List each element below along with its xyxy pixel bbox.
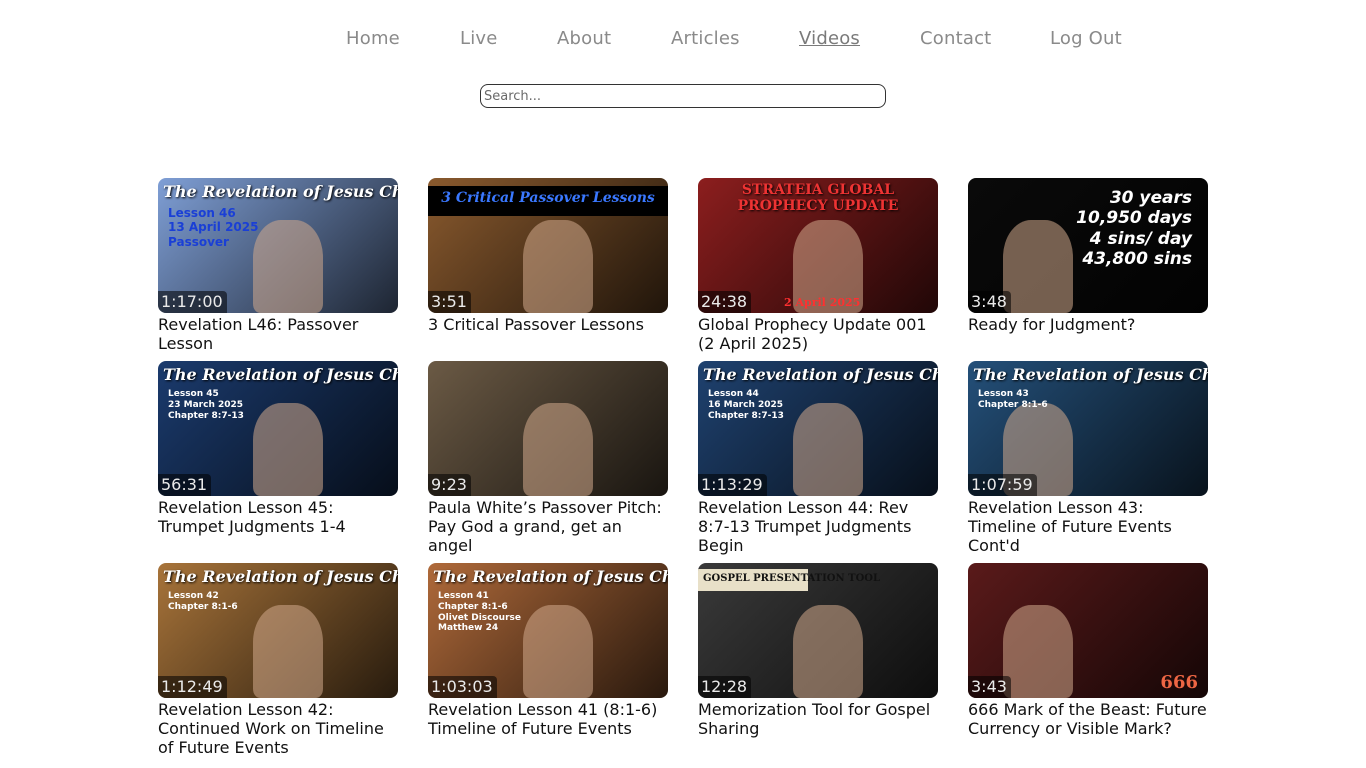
search-input[interactable]	[480, 84, 886, 108]
video-thumbnail[interactable]: STRATEIA GLOBAL PROPHECY UPDATE 2 April 2…	[698, 178, 938, 313]
video-card[interactable]: STRATEIA GLOBAL PROPHECY UPDATE 2 April 2…	[698, 178, 938, 353]
video-card[interactable]: The Revelation of Jesus Christ Lesson 43 …	[968, 361, 1208, 555]
presenter-figure	[523, 220, 593, 313]
nav-logout[interactable]: Log Out	[1050, 28, 1122, 49]
thumbnail-text: 2 April 2025	[784, 295, 861, 309]
video-card[interactable]: The Revelation of Jesus Christ Lesson 45 …	[158, 361, 398, 536]
video-duration: 1:07:59	[968, 474, 1037, 496]
nav-articles[interactable]: Articles	[671, 28, 740, 49]
video-card[interactable]: GOSPEL PRESENTATION TOOL 12:28 Memorizatio…	[698, 563, 938, 738]
video-title[interactable]: Revelation Lesson 42: Continued Work on …	[158, 700, 398, 757]
video-duration: 1:03:03	[428, 676, 497, 698]
video-title[interactable]: Paula White’s Passover Pitch: Pay God a …	[428, 498, 668, 555]
thumbnail-text: 30 years 10,950 days 4 sins/ day 43,800 …	[1076, 188, 1192, 270]
thumbnail-title: The Revelation of Jesus Christ	[163, 182, 398, 201]
video-title[interactable]: Global Prophecy Update 001 (2 April 2025…	[698, 315, 938, 353]
video-card[interactable]: 3 Critical Passover Lessons 3:51 3 Critica…	[428, 178, 668, 334]
video-thumbnail[interactable]: 9:23	[428, 361, 668, 496]
thumbnail-text: Lesson 42 Chapter 8:1-6	[168, 591, 238, 612]
nav-live[interactable]: Live	[460, 28, 498, 49]
nav-contact[interactable]: Contact	[920, 28, 991, 49]
nav-videos[interactable]: Videos	[799, 28, 860, 49]
presenter-figure	[793, 605, 863, 698]
video-thumbnail[interactable]: The Revelation of Jesus Christ Lesson 45 …	[158, 361, 398, 496]
thumbnail-title: The Revelation of Jesus Christ	[703, 365, 938, 384]
video-thumbnail[interactable]: The Revelation of Jesus Christ Lesson 44 …	[698, 361, 938, 496]
video-card[interactable]: 30 years 10,950 days 4 sins/ day 43,800 …	[968, 178, 1208, 334]
presenter-figure	[253, 605, 323, 698]
video-duration: 3:51	[428, 291, 471, 313]
video-card[interactable]: The Revelation of Jesus Christ Lesson 44 …	[698, 361, 938, 555]
video-duration: 1:17:00	[158, 291, 227, 313]
video-duration: 1:13:29	[698, 474, 767, 496]
nav-about[interactable]: About	[557, 28, 611, 49]
video-duration: 24:38	[698, 291, 752, 313]
video-duration: 12:28	[698, 676, 752, 698]
thumbnail-title: The Revelation of Jesus Christ	[433, 567, 668, 586]
video-card[interactable]: 9:23 Paula White’s Passover Pitch: Pay Go…	[428, 361, 668, 555]
video-duration: 3:48	[968, 291, 1011, 313]
video-card[interactable]: The Revelation of Jesus Christ Lesson 46 …	[158, 178, 398, 353]
video-title[interactable]: Revelation Lesson 45: Trumpet Judgments …	[158, 498, 398, 536]
thumbnail-title: GOSPEL PRESENTATION TOOL	[698, 569, 880, 591]
thumbnail-title: STRATEIA GLOBAL PROPHECY UPDATE	[737, 182, 899, 214]
thumbnail-title: 3 Critical Passover Lessons	[428, 186, 668, 216]
top-nav: Home Live About Articles Videos Contact Log Ou…	[0, 28, 1366, 52]
video-card[interactable]: 666 3:43 666 Mark of the Beast: Future Cur…	[968, 563, 1208, 738]
thumbnail-text: 666	[1160, 672, 1198, 694]
thumbnail-title: The Revelation of Jesus Christ	[163, 365, 398, 384]
video-title[interactable]: 3 Critical Passover Lessons	[428, 315, 668, 334]
video-title[interactable]: Ready for Judgment?	[968, 315, 1208, 334]
video-title[interactable]: 666 Mark of the Beast: Future Currency o…	[968, 700, 1208, 738]
video-title[interactable]: Memorization Tool for Gospel Sharing	[698, 700, 938, 738]
video-thumbnail[interactable]: The Revelation of Jesus Christ Lesson 46 …	[158, 178, 398, 313]
video-duration: 56:31	[158, 474, 212, 496]
video-thumbnail[interactable]: GOSPEL PRESENTATION TOOL 12:28	[698, 563, 938, 698]
thumbnail-text: Lesson 45 23 March 2025 Chapter 8:7-13	[168, 389, 244, 421]
thumbnail-text: Lesson 46 13 April 2025 Passover	[168, 206, 259, 249]
video-title[interactable]: Revelation L46: Passover Lesson	[158, 315, 398, 353]
video-title[interactable]: Revelation Lesson 43: Timeline of Future…	[968, 498, 1208, 555]
video-thumbnail[interactable]: The Revelation of Jesus Christ Lesson 41 …	[428, 563, 668, 698]
thumbnail-text: Lesson 41 Chapter 8:1-6 Olivet Discourse…	[438, 591, 521, 634]
video-card[interactable]: The Revelation of Jesus Christ Lesson 41 …	[428, 563, 668, 738]
video-thumbnail[interactable]: The Revelation of Jesus Christ Lesson 43 …	[968, 361, 1208, 496]
nav-home[interactable]: Home	[346, 28, 400, 49]
video-title[interactable]: Revelation Lesson 41 (8:1-6) Timeline of…	[428, 700, 668, 738]
video-thumbnail[interactable]: 30 years 10,950 days 4 sins/ day 43,800 …	[968, 178, 1208, 313]
presenter-figure	[523, 403, 593, 496]
video-duration: 3:43	[968, 676, 1011, 698]
video-title[interactable]: Revelation Lesson 44: Rev 8:7-13 Trumpet…	[698, 498, 938, 555]
video-duration: 1:12:49	[158, 676, 227, 698]
video-thumbnail[interactable]: 3 Critical Passover Lessons 3:51	[428, 178, 668, 313]
thumbnail-text: Lesson 43 Chapter 8:1-6	[978, 389, 1048, 410]
thumbnail-title: The Revelation of Jesus Christ	[973, 365, 1208, 384]
video-card[interactable]: The Revelation of Jesus Christ Lesson 42 …	[158, 563, 398, 757]
presenter-figure	[1003, 220, 1073, 313]
thumbnail-text: Lesson 44 16 March 2025 Chapter 8:7-13	[708, 389, 784, 421]
video-thumbnail[interactable]: The Revelation of Jesus Christ Lesson 42 …	[158, 563, 398, 698]
thumbnail-title: The Revelation of Jesus Christ	[163, 567, 398, 586]
video-thumbnail[interactable]: 666 3:43	[968, 563, 1208, 698]
video-duration: 9:23	[428, 474, 471, 496]
presenter-figure	[1003, 605, 1073, 698]
